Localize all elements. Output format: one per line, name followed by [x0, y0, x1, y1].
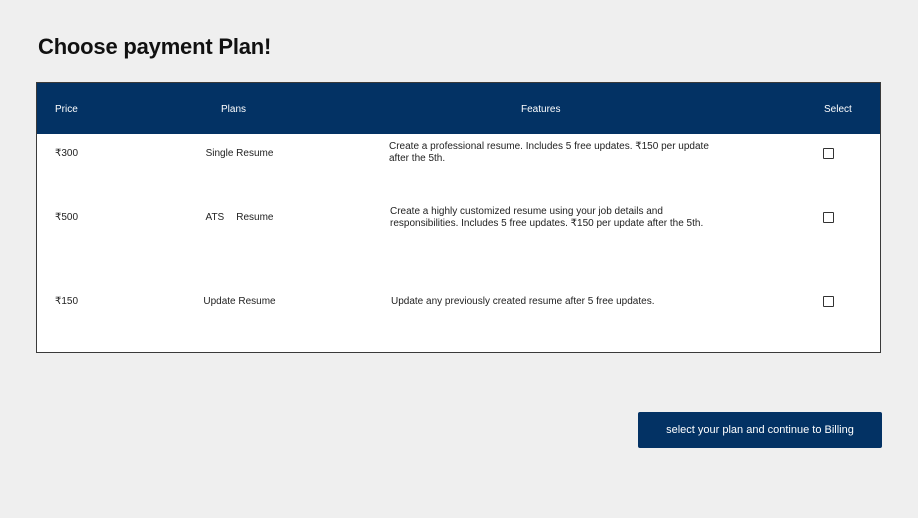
plan-word-ats: ATS: [205, 212, 225, 223]
page-title: Choose payment Plan!: [38, 34, 272, 59]
select-checkbox-ats-resume[interactable]: [823, 212, 834, 223]
select-checkbox-update-resume[interactable]: [823, 296, 834, 307]
price-cell: ₹500: [55, 212, 79, 223]
plan-cell: Update Resume: [203, 296, 276, 307]
header-select: Select: [824, 104, 852, 115]
table-row-update-resume: ₹150 Update Resume Update any previously…: [37, 268, 880, 352]
features-cell: Create a highly customized resume using …: [390, 206, 704, 229]
header-plans: Plans: [221, 104, 247, 115]
features-cell: Create a professional resume. Includes 5…: [389, 141, 709, 164]
table-header: Price Plans Features Select: [37, 83, 880, 134]
header-price: Price: [55, 104, 78, 115]
plan-word-resume: Resume: [236, 212, 274, 223]
plan-cell: ATS Resume: [187, 212, 292, 223]
table-row-ats-resume: ₹500 ATS Resume Create a highly customize…: [37, 196, 880, 268]
features-cell: Update any previously created resume aft…: [391, 296, 655, 307]
plan-cell: Single Resume: [205, 148, 274, 159]
table-row-single-resume: ₹300 Single Resume Create a professional…: [37, 134, 880, 196]
price-cell: ₹300: [55, 148, 79, 159]
header-features: Features: [521, 104, 561, 115]
payment-plan-table: Price Plans Features Select ₹300 Single …: [36, 82, 881, 353]
price-cell: ₹150: [55, 296, 79, 307]
select-checkbox-single-resume[interactable]: [823, 148, 834, 159]
continue-to-billing-button[interactable]: select your plan and continue to Billing: [638, 412, 882, 448]
